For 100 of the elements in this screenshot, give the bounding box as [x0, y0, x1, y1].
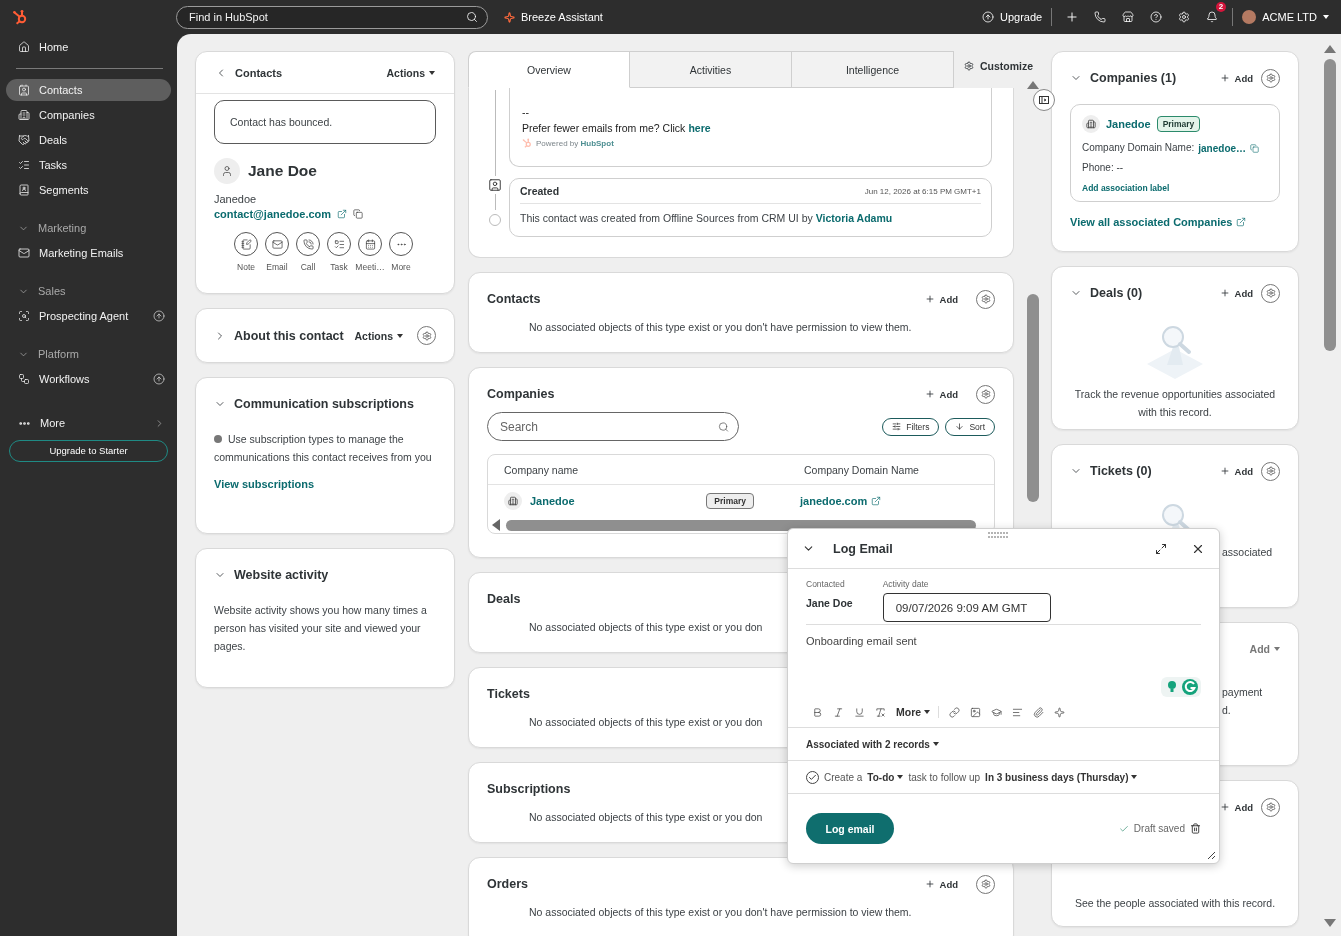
card-title: Tickets — [487, 687, 530, 701]
email-line: -- — [522, 106, 530, 118]
sidebar-item[interactable]: Marketing Emails — [6, 240, 171, 266]
search-field[interactable]: Find in HubSpot — [176, 5, 488, 29]
author-link[interactable]: Victoria Adamu — [815, 212, 893, 224]
association-label-link[interactable]: Add association label — [1082, 183, 1268, 193]
sidebar-section[interactable]: Sales — [6, 278, 171, 304]
add-button[interactable]: Add — [924, 293, 958, 305]
associations-button[interactable]: Associated with 2 records — [806, 738, 939, 750]
view-subscriptions-link[interactable]: View subscriptions — [214, 478, 315, 490]
empty-message: No associated objects of this type exist or you don — [528, 621, 764, 633]
sidebar-item[interactable]: Segments — [6, 177, 171, 203]
event-time: Jun 12, 2026 at 6:15 PM GMT+1 — [864, 186, 981, 196]
draft-status: Draft saved — [1133, 823, 1185, 834]
field-label: Activity date — [882, 579, 930, 589]
card-title: Deals — [487, 592, 521, 606]
empty-message: Track the revenue opportunities associated with this record. — [1073, 387, 1277, 420]
company-link[interactable]: Janedoe — [1106, 118, 1151, 130]
sidebar-item[interactable]: Home — [6, 34, 171, 59]
sidebar-item[interactable]: Workflows — [6, 366, 171, 392]
phone-text: Phone: -- — [1082, 161, 1125, 175]
customize-button[interactable]: Customize — [964, 51, 1034, 88]
actions-button[interactable]: Actions — [386, 66, 435, 79]
action-label: Note — [237, 262, 255, 272]
contacted-name: Jane Doe — [806, 597, 853, 609]
field-label: Company Domain Name: — [1082, 141, 1195, 155]
search-field[interactable]: Search — [487, 412, 739, 441]
powered-by-text: Powered by HubSpot — [536, 138, 614, 148]
email-link[interactable]: contact@janedoe.com — [214, 208, 332, 220]
field-label: Contacted — [806, 579, 846, 589]
sidebar-item[interactable]: Deals — [6, 127, 171, 153]
add-button[interactable]: Add — [924, 388, 958, 400]
section-title[interactable]: Communication subscriptions — [234, 397, 414, 411]
add-button[interactable]: Add — [924, 878, 958, 890]
sidebar-item[interactable]: Contacts — [6, 79, 171, 101]
task-text: Create a — [824, 771, 863, 783]
event-title: Created — [520, 185, 560, 197]
empty-message: No associated objects of this type exist or you don — [528, 716, 764, 728]
subscriptions-text: Use subscription types to manage the communications this contact receives from you — [214, 432, 433, 465]
column-header[interactable]: Company Domain Name — [788, 463, 994, 476]
domain-link[interactable]: janedoe.com — [800, 495, 868, 507]
upgrade-button[interactable]: Upgrade — [982, 11, 1043, 23]
section-title[interactable]: About this contact — [234, 328, 344, 343]
add-button[interactable]: Add — [1219, 465, 1253, 477]
notification-badge: 2 — [1215, 2, 1227, 12]
card-title: Subscriptions — [487, 782, 571, 796]
assistant-button[interactable]: Breeze Assistant — [504, 11, 603, 23]
contact-name: Jane Doe — [248, 162, 317, 180]
card-title[interactable]: Companies (1) — [1090, 71, 1177, 85]
sidebar-item[interactable]: Prospecting Agent — [6, 303, 171, 329]
add-button[interactable]: Add — [1219, 72, 1253, 84]
add-button[interactable]: Add — [1219, 287, 1253, 299]
action-label: Task — [330, 262, 348, 272]
domain-link[interactable]: janedoe… — [1198, 142, 1247, 154]
due-date-button[interactable]: In 3 business days (Thursday) — [985, 771, 1138, 783]
company-name: Janedoe — [214, 192, 258, 207]
view-all-link[interactable]: View all associated Companies — [1070, 216, 1233, 228]
sidebar-section[interactable]: Platform — [6, 341, 171, 367]
task-text: task to follow up — [908, 771, 981, 783]
add-menu-button[interactable]: Add — [1249, 643, 1280, 655]
section-title[interactable]: Website activity — [234, 568, 329, 582]
action-label: More — [391, 262, 411, 272]
task-type-button[interactable]: To-do — [867, 771, 904, 783]
primary-label: Primary — [706, 493, 754, 509]
empty-message: See the people associated with this record. — [1073, 896, 1277, 911]
card-title[interactable]: Deals (0) — [1090, 286, 1143, 300]
empty-message: No associated objects of this type exist or you don — [528, 811, 764, 823]
empty-message: No associated objects of this type exist or you don't have permission to view them. — [528, 906, 913, 918]
optout-text: Prefer fewer emails from me? Click — [522, 122, 686, 134]
more-button[interactable]: More — [896, 706, 940, 718]
tab[interactable]: Intelligence — [792, 51, 954, 88]
column-header[interactable]: Company name — [488, 463, 788, 476]
dialog-title: Log Email — [833, 541, 894, 556]
sidebar-item[interactable]: More — [6, 410, 171, 436]
log-email-button[interactable]: Log email — [806, 813, 894, 844]
card-title: Contacts — [487, 292, 541, 306]
back-link[interactable]: Contacts — [235, 66, 283, 79]
filters-button[interactable]: Filters — [882, 417, 940, 436]
action-label: Email — [266, 262, 288, 272]
company-link[interactable]: Janedoe — [530, 495, 575, 507]
sidebar-section[interactable]: Marketing — [6, 215, 171, 241]
sidebar-item[interactable]: Tasks — [6, 152, 171, 178]
tab[interactable]: Activities — [630, 51, 792, 88]
text-fragment: d. — [1222, 703, 1232, 718]
date-field[interactable]: 09/07/2026 9:09 AM GMT — [882, 593, 1051, 622]
card-title[interactable]: Tickets (0) — [1090, 464, 1152, 478]
actions-button[interactable]: Actions — [354, 329, 403, 342]
website-activity-text: Website activity shows you how many times a person has visited your site and viewed your pages. — [213, 603, 428, 654]
primary-label: Primary — [1156, 116, 1201, 132]
action-label: Meeti… — [355, 262, 385, 272]
tab[interactable]: Overview — [468, 51, 630, 88]
add-button[interactable]: Add — [1219, 801, 1253, 813]
account-menu[interactable]: ACME LTD — [1242, 10, 1329, 24]
optout-link[interactable]: here — [688, 122, 711, 134]
bounce-alert: Contact has bounced. — [214, 100, 436, 144]
text-fragment: associated — [1222, 545, 1274, 560]
sort-button[interactable]: Sort — [945, 417, 995, 436]
sidebar-item[interactable]: Companies — [6, 102, 171, 128]
text-fragment: payment — [1222, 685, 1264, 700]
action-label: Call — [300, 262, 316, 272]
